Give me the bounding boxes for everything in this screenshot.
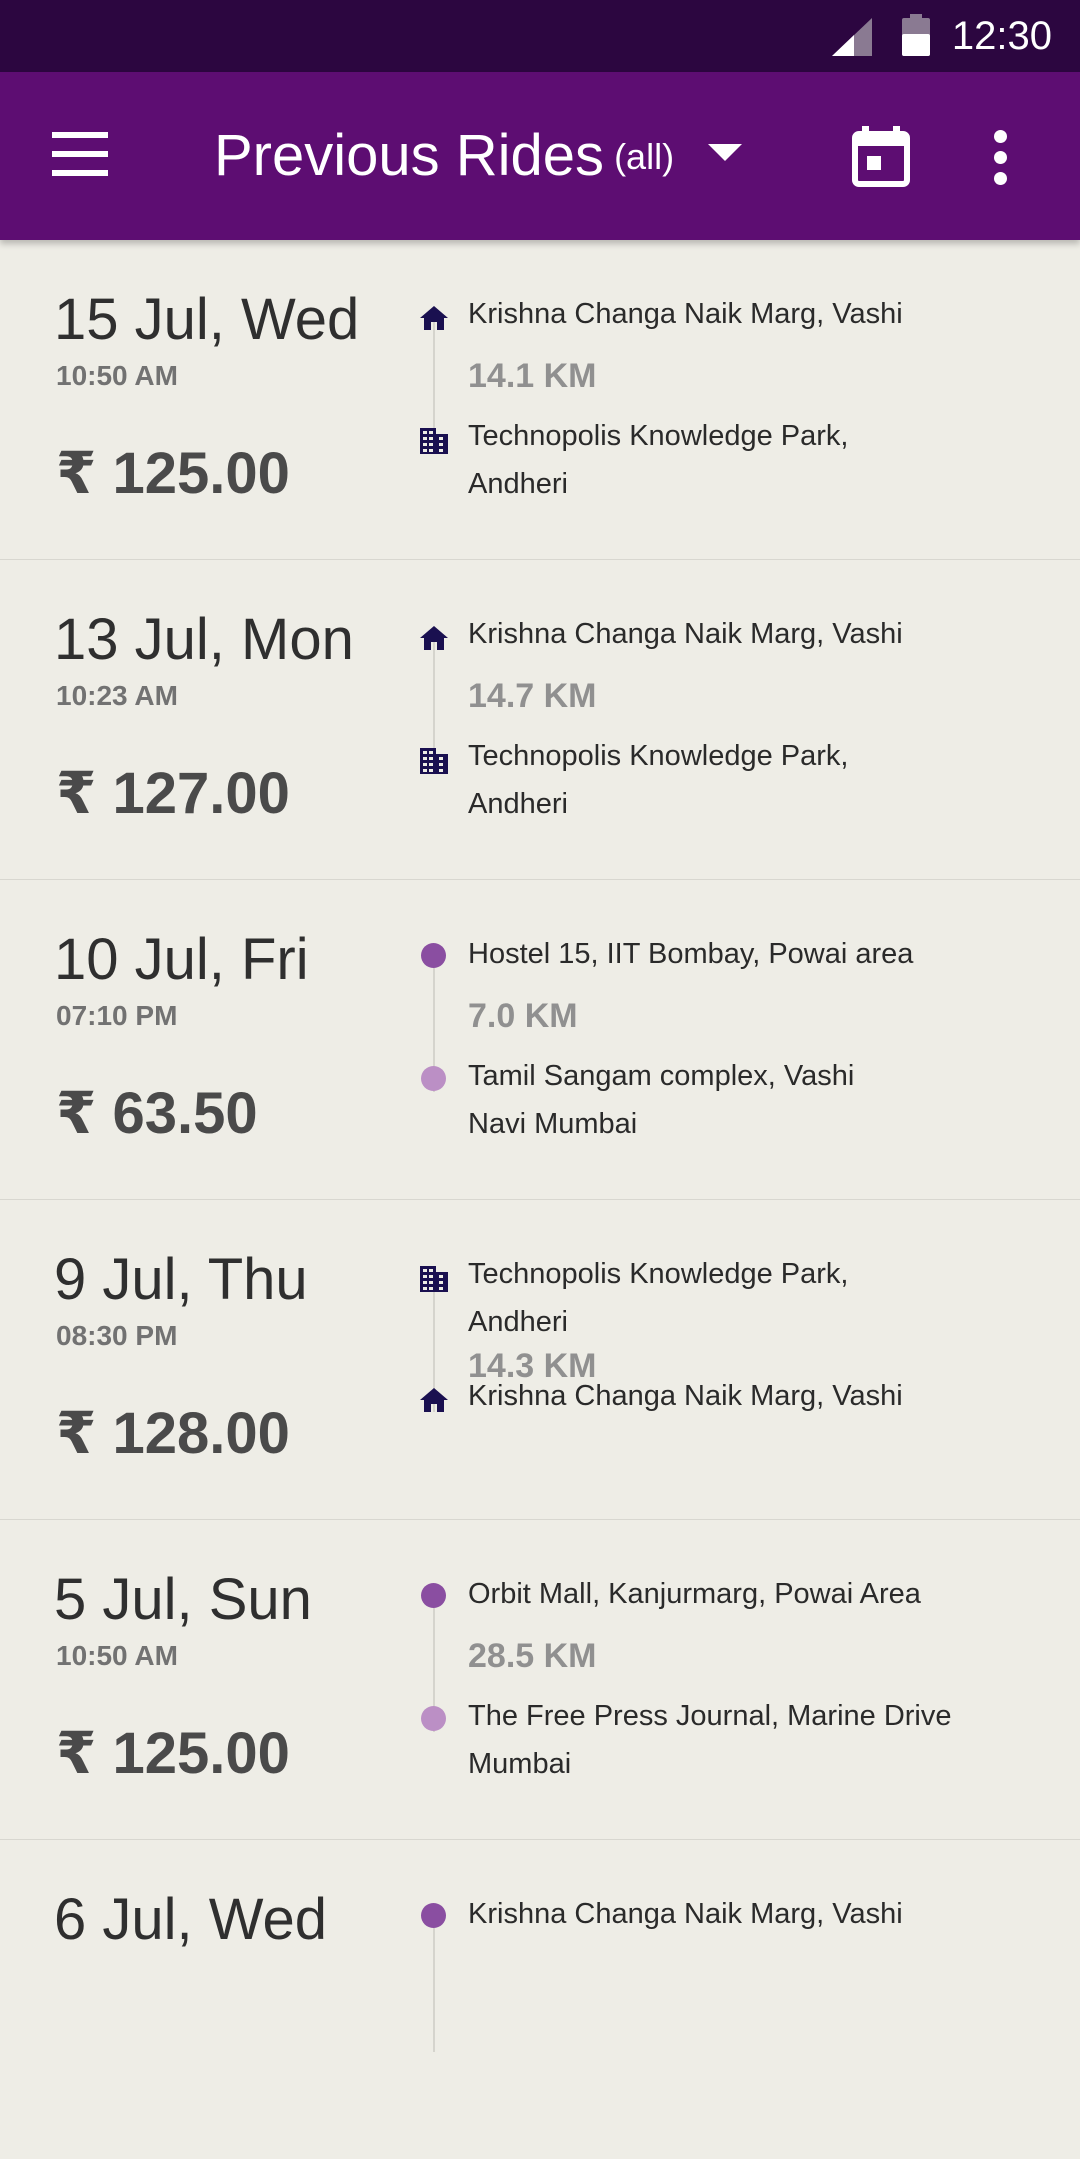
dropdown-arrow-icon: [708, 144, 743, 161]
menu-icon[interactable]: [52, 132, 112, 176]
status-bar: 12:30: [0, 0, 1080, 72]
ride-date: 13 Jul, Mon: [54, 607, 354, 672]
pickup-dot-icon: [421, 1903, 446, 1928]
status-clock: 12:30: [951, 14, 1052, 58]
pickup-address: Krishna Changa Naik Marg, Vashi: [468, 1898, 903, 1930]
ride-fare: ₹ 63.50: [56, 1081, 258, 1146]
pickup-address: Krishna Changa Naik Marg, Vashi: [468, 298, 903, 330]
page-title: Previous Rides: [214, 123, 605, 188]
ride-fare: ₹ 125.00: [56, 441, 290, 506]
home-icon: [420, 626, 448, 650]
ride-date: 10 Jul, Fri: [54, 927, 309, 992]
ride-distance: 28.5 KM: [468, 1637, 597, 1675]
ride-item[interactable]: 15 Jul, Wed 10:50 AM ₹ 125.00 Krishna Ch…: [0, 240, 1080, 560]
drop-address: Tamil Sangam complex, Vashi Navi Mumbai: [468, 1060, 855, 1140]
filter-label: (all): [614, 136, 675, 177]
ride-distance: 14.7 KM: [468, 677, 597, 715]
office-icon: [420, 428, 448, 454]
pickup-dot-icon: [421, 943, 446, 968]
ride-date: 5 Jul, Sun: [54, 1567, 312, 1632]
ride-time: 07:10 PM: [56, 1000, 178, 1031]
ride-fare: ₹ 128.00: [56, 1401, 290, 1466]
ride-fare: ₹ 127.00: [56, 761, 290, 826]
drop-dot-icon: [421, 1066, 446, 1091]
more-vert-icon[interactable]: [994, 130, 1007, 185]
home-icon: [420, 1388, 448, 1412]
drop-address: The Free Press Journal, Marine Drive Mum…: [468, 1700, 952, 1780]
ride-distance: 7.0 KM: [468, 997, 578, 1035]
ride-time: 10:50 AM: [56, 1640, 178, 1671]
battery-icon: [902, 14, 930, 56]
drop-address: Krishna Changa Naik Marg, Vashi: [468, 1380, 903, 1412]
office-icon: [420, 1266, 448, 1292]
ride-distance: 14.1 KM: [468, 357, 597, 395]
calendar-icon[interactable]: [852, 126, 910, 188]
ride-item[interactable]: 13 Jul, Mon 10:23 AM ₹ 127.00 Krishna Ch…: [0, 560, 1080, 880]
route-line: [433, 1914, 435, 2052]
ride-date: 6 Jul, Wed: [54, 1887, 327, 1952]
pickup-address: Technopolis Knowledge Park, Andheri: [468, 1258, 849, 1338]
office-icon: [420, 748, 448, 774]
ride-time: 10:50 AM: [56, 360, 178, 391]
home-icon: [420, 306, 448, 330]
ride-fare: ₹ 125.00: [56, 1721, 290, 1786]
signal-icon: [832, 18, 872, 56]
ride-date: 15 Jul, Wed: [54, 287, 360, 352]
ride-date: 9 Jul, Thu: [54, 1247, 308, 1312]
pickup-address: Hostel 15, IIT Bombay, Powai area: [468, 938, 914, 970]
drop-address: Technopolis Knowledge Park, Andheri: [468, 740, 849, 820]
ride-item[interactable]: 9 Jul, Thu 08:30 PM ₹ 128.00 Technopolis…: [0, 1200, 1080, 1520]
drop-address: Technopolis Knowledge Park, Andheri: [468, 420, 849, 500]
app-bar: Previous Rides (all): [0, 72, 1080, 240]
rides-list: 15 Jul, Wed 10:50 AM ₹ 125.00 Krishna Ch…: [0, 240, 1080, 2159]
ride-item[interactable]: 10 Jul, Fri 07:10 PM ₹ 63.50 Hostel 15, …: [0, 880, 1080, 1200]
pickup-address: Orbit Mall, Kanjurmarg, Powai Area: [468, 1578, 921, 1610]
drop-dot-icon: [421, 1706, 446, 1731]
pickup-address: Krishna Changa Naik Marg, Vashi: [468, 618, 903, 650]
pickup-dot-icon: [421, 1583, 446, 1608]
ride-time: 08:30 PM: [56, 1320, 178, 1351]
ride-time: 10:23 AM: [56, 680, 178, 711]
ride-item[interactable]: 6 Jul, Wed Krishna Changa Naik Marg, Vas…: [0, 1840, 1080, 2159]
ride-filter-dropdown[interactable]: Previous Rides (all): [214, 122, 743, 190]
ride-item[interactable]: 5 Jul, Sun 10:50 AM ₹ 125.00 Orbit Mall,…: [0, 1520, 1080, 1840]
